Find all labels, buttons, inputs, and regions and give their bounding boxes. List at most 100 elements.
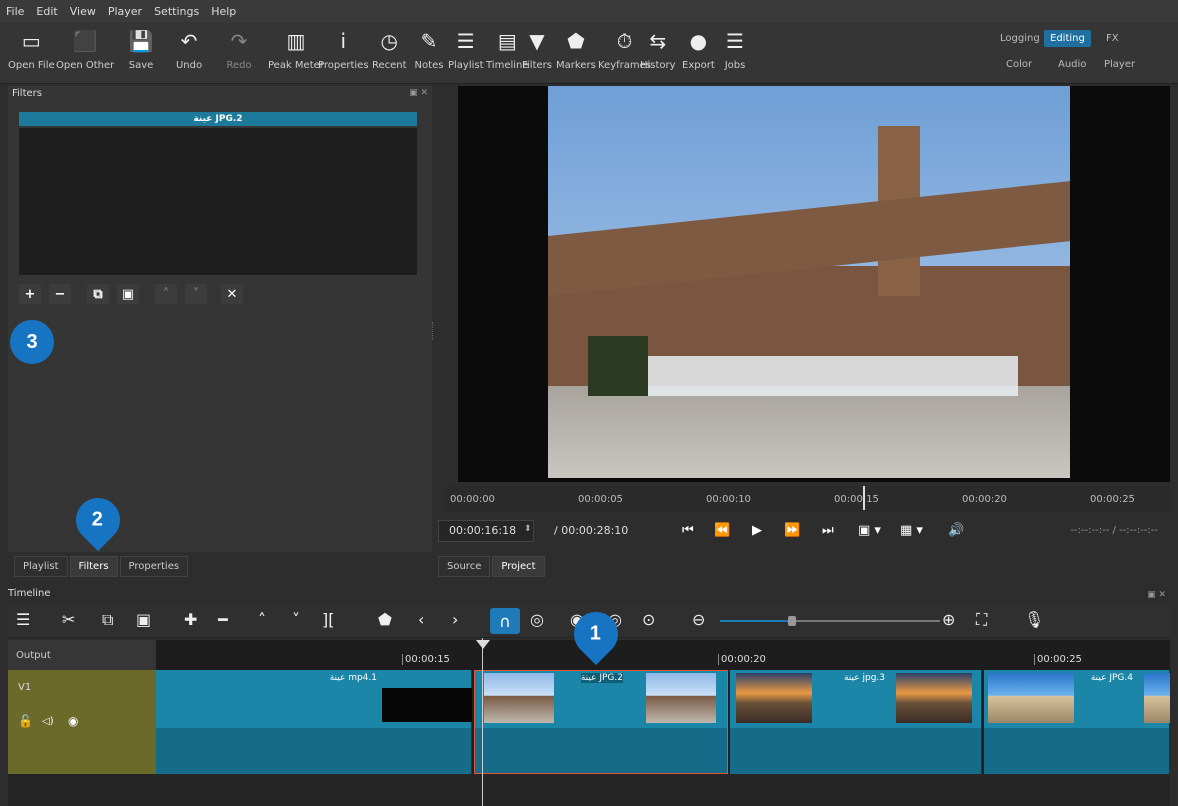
layout-fx-button[interactable]: FX [1100, 30, 1125, 47]
filter-list[interactable] [19, 128, 417, 275]
ruler-tick-label: 00:00:25 [1090, 494, 1135, 505]
filter-toolbar: + − ⧉ ▣ ˄ ˅ ✕ [19, 284, 243, 304]
append-icon[interactable]: ✚ [184, 610, 197, 629]
rewind-icon[interactable]: ⏪ [714, 523, 730, 538]
scrub-icon[interactable]: ◎ [530, 610, 544, 629]
ripple-markers-icon[interactable]: ⊙ [642, 610, 655, 629]
playhead[interactable] [482, 638, 483, 806]
tab-filters[interactable]: Filters [69, 556, 118, 577]
clip-1[interactable]: عينة mp4.1 [156, 670, 472, 774]
clip-4[interactable]: عينة JPG.4 [984, 670, 1170, 774]
toolbar-playlist-button[interactable]: ☰ Playlist [448, 28, 484, 80]
panel-splitter[interactable] [432, 322, 434, 340]
marker-icon[interactable]: ⬟ [378, 610, 392, 629]
fast-forward-icon[interactable]: ⏩ [784, 523, 800, 538]
play-icon[interactable]: ▶ [752, 523, 762, 538]
tab-source[interactable]: Source [438, 556, 491, 577]
ripple-delete-icon[interactable]: ━ [218, 610, 228, 629]
snap-magnet-icon[interactable]: ∩ [490, 608, 520, 634]
toolbar-notes-button[interactable]: ✎ Notes [414, 28, 444, 80]
player-ruler[interactable]: 00:00:00 00:00:05 00:00:10 00:00:15 00:00:20… [446, 486, 1170, 512]
zoom-fit-icon[interactable]: ▣ ▾ [858, 523, 881, 538]
toolbar-jobs-button[interactable]: ☰ Jobs [720, 28, 750, 80]
next-marker-icon[interactable]: › [452, 610, 458, 629]
layout-color-button[interactable]: Color [1000, 56, 1038, 73]
record-audio-icon[interactable]: 🎙 [1024, 610, 1044, 629]
toolbar-history-button[interactable]: ⇆ History [640, 28, 676, 80]
menu-player[interactable]: Player [108, 5, 142, 18]
tab-project[interactable]: Project [492, 556, 545, 577]
filters-panel-title: Filters [12, 88, 42, 99]
lift-icon[interactable]: ˄ [258, 610, 266, 629]
main-toolbar: ▭ Open File ⬛ Open Other 💾 Save ↶ Undo ↷ Redo ▥ Pea… [0, 22, 1178, 84]
layout-player-button[interactable]: Player [1098, 56, 1141, 73]
previous-marker-icon[interactable]: ‹ [418, 610, 424, 629]
paste-filter-icon[interactable]: ▣ [117, 284, 139, 304]
zoom-out-icon[interactable]: ⊖ [692, 610, 705, 629]
ruler-tick-label: 00:00:20 [962, 494, 1007, 505]
remove-filter-icon[interactable]: − [49, 284, 71, 304]
eye-icon[interactable]: ◉ [68, 714, 78, 728]
playhead-handle-icon[interactable] [476, 640, 490, 649]
move-down-icon[interactable]: ˅ [185, 284, 207, 304]
tab-properties[interactable]: Properties [119, 556, 189, 577]
timecode-stepper-icon[interactable]: ⬍ [524, 524, 532, 534]
dock-controls-icon[interactable]: ▣ ✕ [409, 88, 428, 98]
toolbar-redo-button[interactable]: ↷ Redo [224, 28, 254, 80]
zoom-in-icon[interactable]: ⊕ [942, 610, 955, 629]
skip-end-icon[interactable]: ⏭ [822, 523, 834, 538]
clip-thumbnail [988, 673, 1074, 723]
lock-icon[interactable]: 🔓 [18, 714, 33, 728]
deselect-filter-icon[interactable]: ✕ [221, 284, 243, 304]
player-playhead[interactable] [863, 486, 865, 510]
copy-filter-icon[interactable]: ⧉ [87, 284, 109, 304]
toolbar-open-file-button[interactable]: ▭ Open File [8, 28, 55, 80]
timecode-current[interactable]: 00:00:16:18 [438, 520, 534, 542]
toolbar-properties-button[interactable]: i Properties [318, 28, 369, 80]
in-out-timecode: --:--:--:-- / --:--:--:-- [1070, 525, 1158, 536]
video-player[interactable] [458, 86, 1170, 482]
grid-icon[interactable]: ▦ ▾ [900, 523, 923, 538]
timeline-dock-icon[interactable]: ▣ ✕ [1147, 590, 1166, 600]
callout-3: 3 [10, 320, 54, 364]
toolbar-peak-meter-button[interactable]: ▥ Peak Meter [268, 28, 324, 80]
add-filter-icon[interactable]: + [19, 284, 41, 304]
toolbar-export-button[interactable]: ● Export [682, 28, 715, 80]
toolbar-markers-button[interactable]: ⬟ Markers [556, 28, 596, 80]
move-up-icon[interactable]: ˄ [155, 284, 177, 304]
timeline-tick-label: 00:00:25 [1034, 654, 1082, 665]
cut-icon[interactable]: ✂ [62, 610, 75, 629]
toolbar-filters-button[interactable]: ▼ Filters [522, 28, 552, 80]
layout-audio-button[interactable]: Audio [1052, 56, 1092, 73]
menu-bar: File Edit View Player Settings Help [0, 0, 1178, 22]
toolbar-undo-button[interactable]: ↶ Undo [174, 28, 204, 80]
menu-help[interactable]: Help [211, 5, 236, 18]
layout-editing-button[interactable]: Editing [1044, 30, 1091, 47]
paste-icon[interactable]: ▣ [136, 610, 151, 629]
filters-panel: Filters ▣ ✕ عينة JPG.2 + − ⧉ ▣ ˄ ˅ ✕ [8, 86, 434, 552]
stopwatch-icon: ⏱ [616, 29, 633, 53]
clip-thumbnail [736, 673, 812, 723]
menu-settings[interactable]: Settings [154, 5, 199, 18]
copy-icon[interactable]: ⧉ [102, 610, 113, 630]
menu-file[interactable]: File [6, 5, 24, 18]
clip-3[interactable]: عينة jpg.3 [730, 670, 982, 774]
toolbar-label: Properties [318, 60, 369, 71]
layout-logging-button[interactable]: Logging [994, 30, 1046, 47]
timeline-menu-icon[interactable]: ☰ [16, 610, 30, 629]
menu-view[interactable]: View [70, 5, 96, 18]
volume-icon[interactable]: 🔊 [948, 523, 964, 538]
zoom-slider[interactable] [720, 616, 940, 626]
menu-edit[interactable]: Edit [36, 5, 57, 18]
zoom-fit-icon[interactable]: ⛶ [976, 610, 987, 630]
toolbar-label: Export [682, 60, 715, 71]
mute-icon[interactable]: ◁) [42, 716, 54, 727]
overwrite-icon[interactable]: ˅ [292, 610, 300, 629]
toolbar-save-button[interactable]: 💾 Save [126, 28, 156, 80]
toolbar-recent-button[interactable]: ◷ Recent [372, 28, 407, 80]
timeline-ruler[interactable]: 00:00:15 00:00:20 00:00:25 [156, 640, 1170, 670]
toolbar-open-other-button[interactable]: ⬛ Open Other [56, 28, 114, 80]
skip-start-icon[interactable]: ⏮ [682, 523, 694, 538]
split-icon[interactable]: ][ [322, 610, 334, 629]
tab-playlist[interactable]: Playlist [14, 556, 68, 577]
